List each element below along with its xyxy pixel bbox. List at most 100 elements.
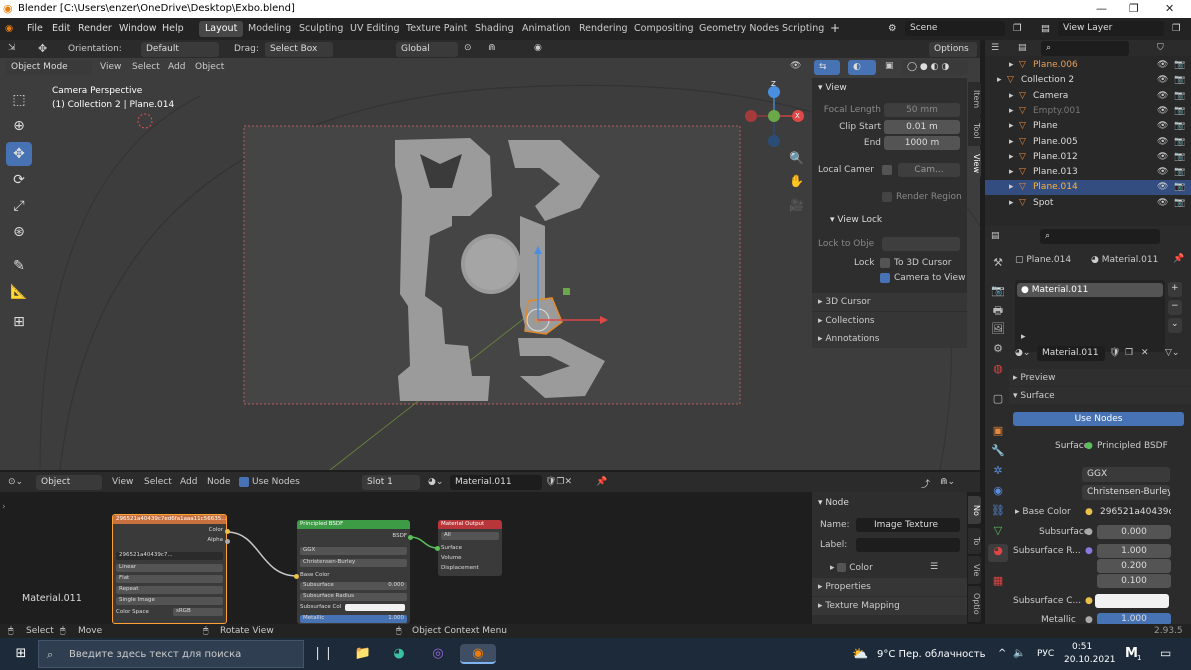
render-properties-icon[interactable]: 📷	[988, 284, 1008, 302]
principled-bsdf-node[interactable]: Principled BSDF BSDF GGX Christensen-Bur…	[297, 520, 410, 624]
toolbar-expand-icon[interactable]: ›	[2, 502, 6, 512]
outliner-visibility-icon[interactable]: 👁	[1157, 91, 1168, 101]
render-region-checkbox[interactable]	[882, 192, 892, 202]
view-layer-properties-icon[interactable]: 🖼	[988, 322, 1008, 340]
add-cube-tool-icon[interactable]: ⊞	[6, 310, 32, 334]
fake-user-icon[interactable]: 🛡	[1109, 348, 1120, 358]
outliner-render-icon[interactable]: 📷	[1174, 167, 1185, 177]
outliner-expand-icon[interactable]: ▸	[1009, 167, 1014, 177]
workspace-tab-shading[interactable]: Shading	[469, 21, 520, 37]
link-data-icon[interactable]: ▽⌄	[1165, 348, 1179, 358]
gizmo-z-label[interactable]: Z	[771, 80, 776, 88]
parent-node-icon[interactable]: ⤴	[921, 477, 930, 490]
bsdf-subsurface-color-swatch[interactable]	[345, 604, 405, 611]
subsurface-radius-x[interactable]: 1.000	[1097, 544, 1171, 558]
outliner-visibility-icon[interactable]: 👁	[1157, 182, 1168, 192]
view-lock-header[interactable]: ▾ View Lock	[830, 215, 882, 225]
viewport-menu-add[interactable]: Add	[168, 62, 185, 72]
use-nodes-checkbox[interactable]	[239, 477, 249, 487]
scene-icon[interactable]: ⚙	[888, 23, 897, 34]
local-camera-checkbox[interactable]	[882, 165, 892, 175]
subsurface-field[interactable]: 0.000	[1097, 525, 1171, 539]
sidebar-tab-tool[interactable]: Tool	[968, 116, 981, 146]
maximize-icon[interactable]: ❐	[1129, 2, 1139, 15]
viewport-menu-object[interactable]: Object	[195, 62, 224, 72]
clip-end-field[interactable]: 1000 m	[884, 136, 960, 150]
physics-properties-icon[interactable]: ◉	[988, 484, 1008, 502]
object-properties-icon[interactable]: ▣	[988, 424, 1008, 442]
output-properties-icon[interactable]: 🖶	[988, 302, 1008, 320]
outliner-visibility-icon[interactable]: 👁	[1157, 121, 1168, 131]
outliner-row[interactable]: ▸ ▽ Plane.013 👁 📷	[985, 165, 1191, 180]
add-workspace-icon[interactable]: +	[830, 21, 840, 35]
outliner-row[interactable]: ▸ ▽ Plane.006 👁 📷	[985, 58, 1191, 73]
scene-properties-icon[interactable]: ⚙	[988, 342, 1008, 360]
outliner-row[interactable]: ▸ ▽ Camera 👁 📷	[985, 89, 1191, 104]
task-view-icon[interactable]: ❘❘	[312, 644, 334, 664]
scale-tool-icon[interactable]: ⤢	[6, 194, 32, 218]
preview-panel[interactable]: ▸ Preview	[1009, 369, 1191, 386]
outliner-row[interactable]: ▸ ▽ Spot 👁 📷	[985, 196, 1191, 211]
outliner-render-icon[interactable]: 📷	[1174, 137, 1185, 147]
menu-file[interactable]: File	[27, 23, 43, 34]
material-slot-item[interactable]: ● Material.011	[1017, 283, 1163, 297]
world-properties-icon[interactable]: ◍	[988, 362, 1008, 380]
viewport-menu-view[interactable]: View	[100, 62, 121, 72]
shader-type-dropdown[interactable]: Object	[36, 475, 102, 490]
outliner-row[interactable]: ▸ ▽ Plane.005 👁 📷	[985, 135, 1191, 150]
cursor-tool-icon[interactable]: ⊕	[6, 114, 32, 138]
node-properties-panel[interactable]: ▸ Properties	[812, 578, 967, 596]
remove-slot-icon[interactable]: −	[1168, 300, 1182, 315]
use-nodes-button[interactable]: Use Nodes	[1013, 412, 1184, 426]
node-name-field[interactable]: Image Texture	[856, 518, 960, 532]
annotations-panel[interactable]: ▸ Annotations	[812, 330, 967, 348]
material-output-node[interactable]: Material Output All Surface Volume Displ…	[438, 520, 502, 576]
node-sidebar-tab-options[interactable]: Optio	[968, 586, 981, 622]
outliner-render-icon[interactable]: 📷	[1174, 106, 1185, 116]
node-panel-header[interactable]: ▾ Node	[818, 498, 849, 508]
transform-orientation-dropdown[interactable]: Global	[396, 42, 458, 57]
node-material-browse-icon[interactable]: ◕⌄	[428, 477, 443, 487]
node-projection-dropdown[interactable]: Flat	[116, 575, 223, 583]
blender-menu-icon[interactable]: ◉	[5, 23, 13, 34]
drag-dropdown[interactable]: Select Box	[265, 42, 333, 57]
minimize-icon[interactable]: —	[1096, 2, 1107, 15]
subsurface-color-swatch[interactable]	[1095, 594, 1169, 608]
filter-icon[interactable]: ⛉	[1157, 43, 1164, 53]
outliner-expand-icon[interactable]: ▸	[997, 75, 1002, 85]
view-layer-icon[interactable]: ▤	[1041, 23, 1050, 34]
node-menu-add[interactable]: Add	[180, 477, 197, 487]
node-sidebar-tab-view[interactable]: Vie	[968, 556, 981, 584]
material-name-field[interactable]: Material.011	[1037, 346, 1105, 361]
node-image-field[interactable]: 296521a40439c7...	[116, 552, 223, 560]
color-list-icon[interactable]: ☰	[930, 562, 938, 572]
focal-length-field[interactable]: 50 mm	[884, 103, 960, 117]
workspace-tab-rendering[interactable]: Rendering	[573, 21, 634, 37]
workspace-tab-geometry-nodes[interactable]: Geometry Nodes	[693, 21, 785, 37]
orientation-dropdown[interactable]: Default	[141, 42, 219, 57]
outliner-expand-icon[interactable]: ▸	[1009, 60, 1014, 70]
visibility-icon[interactable]: 👁	[790, 61, 801, 71]
color-output-socket[interactable]	[225, 529, 230, 534]
shading-modes[interactable]: ◯ ● ◐ ◑	[902, 60, 968, 75]
outliner-visibility-icon[interactable]: 👁	[1157, 152, 1168, 162]
node-source-dropdown[interactable]: Single Image	[116, 597, 223, 605]
proportional-edit-icon[interactable]: ◉	[534, 43, 542, 53]
measure-tool-icon[interactable]: 📐	[6, 280, 32, 304]
surface-shader-value[interactable]: Principled BSDF	[1097, 441, 1168, 451]
new-scene-icon[interactable]: ❐	[1013, 23, 1022, 34]
outliner-visibility-icon[interactable]: 👁	[1157, 75, 1168, 85]
texture-mapping-panel[interactable]: ▸ Texture Mapping	[812, 597, 967, 615]
keyboard-language[interactable]: РУС	[1037, 649, 1054, 659]
edge-browser-icon[interactable]: ◕	[388, 644, 410, 664]
collections-panel[interactable]: ▸ Collections	[812, 312, 967, 330]
outliner-expand-icon[interactable]: ▸	[1009, 106, 1014, 116]
distribution-dropdown[interactable]: GGX	[1082, 467, 1170, 482]
outliner-render-icon[interactable]: 📷	[1174, 152, 1185, 162]
expand-icon[interactable]: ▸	[1021, 332, 1026, 342]
outliner-visibility-icon[interactable]: 👁	[1157, 198, 1168, 208]
outliner-render-icon[interactable]: 📷	[1174, 182, 1185, 192]
workspace-tab-scripting[interactable]: Scripting	[776, 21, 830, 37]
snap-node-icon[interactable]: ⋒⌄	[940, 477, 955, 487]
particle-properties-icon[interactable]: ✲	[988, 464, 1008, 482]
